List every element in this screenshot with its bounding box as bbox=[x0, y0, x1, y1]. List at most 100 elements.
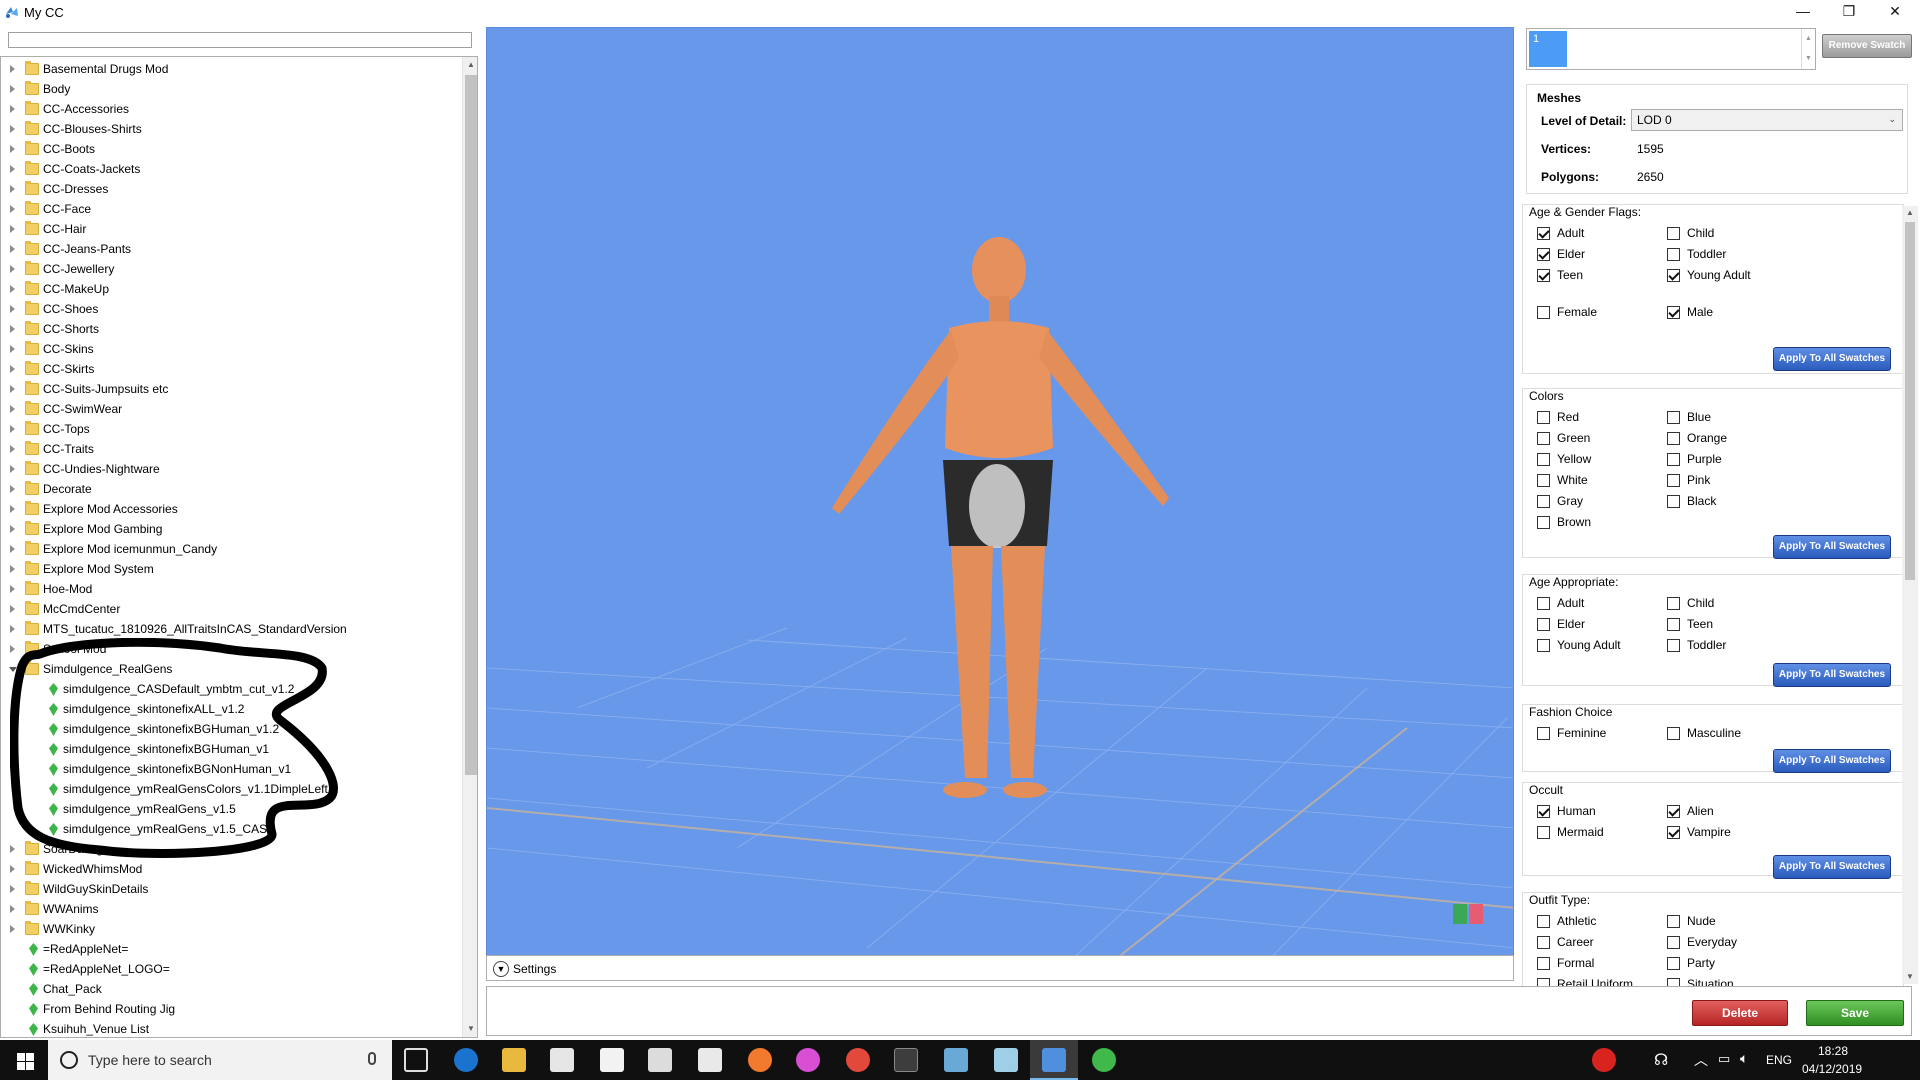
expand-arrow-icon[interactable] bbox=[10, 385, 15, 393]
calendar-icon[interactable] bbox=[698, 1048, 722, 1072]
scroll-down-icon[interactable]: ▼ bbox=[463, 1021, 477, 1037]
expand-arrow-icon[interactable] bbox=[10, 325, 15, 333]
tree-folder-item[interactable]: Explore Mod Gambing bbox=[1, 519, 461, 539]
checkbox-empty-icon[interactable] bbox=[1667, 957, 1680, 970]
checkbox-empty-icon[interactable] bbox=[1537, 915, 1550, 928]
tree-folder-item[interactable]: CC-Hair bbox=[1, 219, 461, 239]
checkbox-checked-icon[interactable] bbox=[1667, 826, 1680, 839]
checkbox-checked-icon[interactable] bbox=[1537, 227, 1550, 240]
checkbox-empty-icon[interactable] bbox=[1537, 936, 1550, 949]
checkbox-empty-icon[interactable] bbox=[1537, 957, 1550, 970]
tray-chevron-up-icon[interactable]: ︿ bbox=[1694, 1050, 1708, 1070]
checkbox-empty-icon[interactable] bbox=[1667, 474, 1680, 487]
expand-arrow-icon[interactable] bbox=[10, 285, 15, 293]
expand-arrow-icon[interactable] bbox=[10, 85, 15, 93]
checkbox-empty-icon[interactable] bbox=[1667, 453, 1680, 466]
restore-button[interactable]: ❐ bbox=[1826, 0, 1872, 24]
checkbox-empty-icon[interactable] bbox=[1667, 597, 1680, 610]
checkbox-empty-icon[interactable] bbox=[1537, 516, 1550, 529]
expand-arrow-icon[interactable] bbox=[10, 425, 15, 433]
checkbox-empty-icon[interactable] bbox=[1667, 432, 1680, 445]
tree-folder-item[interactable]: CC-Blouses-Shirts bbox=[1, 119, 461, 139]
tree-folder-item[interactable]: WildGuySkinDetails bbox=[1, 879, 461, 899]
checkbox-empty-icon[interactable] bbox=[1667, 639, 1680, 652]
store-icon[interactable] bbox=[550, 1048, 574, 1072]
microphone-icon[interactable] bbox=[368, 1052, 376, 1065]
tree-folder-item[interactable]: CC-SwimWear bbox=[1, 399, 461, 419]
mail-icon[interactable] bbox=[600, 1048, 624, 1072]
apply-to-all-swatches-button[interactable]: Apply To All Swatches bbox=[1773, 749, 1891, 773]
scene-canvas[interactable] bbox=[487, 28, 1514, 981]
expand-arrow-icon[interactable] bbox=[10, 205, 15, 213]
checkbox-empty-icon[interactable] bbox=[1667, 618, 1680, 631]
scroll-down-icon[interactable]: ▼ bbox=[1902, 970, 1918, 984]
tree-folder-item[interactable]: CC-Face bbox=[1, 199, 461, 219]
expand-arrow-icon[interactable] bbox=[10, 485, 15, 493]
tree-file-item[interactable]: Chat_Pack bbox=[1, 979, 461, 999]
tree-folder-item[interactable]: McCmdCenter bbox=[1, 599, 461, 619]
expand-arrow-icon[interactable] bbox=[10, 225, 15, 233]
scroll-up-icon[interactable]: ▲ bbox=[463, 57, 477, 73]
checkbox-empty-icon[interactable] bbox=[1667, 495, 1680, 508]
tree-file-item[interactable]: From Behind Routing Jig bbox=[1, 999, 461, 1019]
checkbox-empty-icon[interactable] bbox=[1667, 727, 1680, 740]
minimize-button[interactable]: — bbox=[1780, 0, 1826, 24]
tree-folder-item[interactable]: CC-Shorts bbox=[1, 319, 461, 339]
checkbox-empty-icon[interactable] bbox=[1537, 597, 1550, 610]
checkbox-checked-icon[interactable] bbox=[1537, 805, 1550, 818]
clock-date[interactable]: 04/12/2019 bbox=[1802, 1062, 1862, 1076]
expand-arrow-icon[interactable] bbox=[10, 305, 15, 313]
tree-file-item[interactable]: =RedAppleNet_LOGO= bbox=[1, 959, 461, 979]
checkbox-checked-icon[interactable] bbox=[1667, 269, 1680, 282]
edge-icon[interactable] bbox=[454, 1048, 478, 1072]
expand-arrow-icon[interactable] bbox=[10, 265, 15, 273]
checkbox-empty-icon[interactable] bbox=[1537, 474, 1550, 487]
chrome-icon[interactable] bbox=[846, 1048, 870, 1072]
swatch-list[interactable]: 1 ▲ ▼ bbox=[1526, 28, 1816, 70]
checkbox-checked-icon[interactable] bbox=[1537, 248, 1550, 261]
checkbox-empty-icon[interactable] bbox=[1667, 936, 1680, 949]
apply-to-all-swatches-button[interactable]: Apply To All Swatches bbox=[1773, 663, 1891, 687]
tree-folder-item[interactable]: CC-Jewellery bbox=[1, 259, 461, 279]
remove-swatch-button[interactable]: Remove Swatch bbox=[1822, 34, 1912, 58]
checkbox-empty-icon[interactable] bbox=[1667, 978, 1680, 986]
tree-folder-item[interactable]: CC-Suits-Jumpsuits etc bbox=[1, 379, 461, 399]
expand-arrow-icon[interactable] bbox=[10, 345, 15, 353]
chevron-down-icon[interactable]: ▼ bbox=[493, 961, 509, 977]
sims4-studio-icon[interactable] bbox=[1042, 1048, 1066, 1072]
tree-folder-item[interactable]: CC-Traits bbox=[1, 439, 461, 459]
delete-button[interactable]: Delete bbox=[1692, 1000, 1788, 1026]
checkbox-empty-icon[interactable] bbox=[1537, 432, 1550, 445]
checkbox-empty-icon[interactable] bbox=[1537, 411, 1550, 424]
tree-folder-item[interactable]: Explore Mod Accessories bbox=[1, 499, 461, 519]
expand-arrow-icon[interactable] bbox=[10, 365, 15, 373]
tray-app-icon[interactable] bbox=[1592, 1048, 1616, 1072]
tree-folder-item[interactable]: CC-Skirts bbox=[1, 359, 461, 379]
tree-folder-item[interactable]: CC-Coats-Jackets bbox=[1, 159, 461, 179]
apply-to-all-swatches-button[interactable]: Apply To All Swatches bbox=[1773, 347, 1891, 371]
file-explorer-icon[interactable] bbox=[502, 1048, 526, 1072]
checkbox-empty-icon[interactable] bbox=[1537, 306, 1550, 319]
tree-folder-item[interactable]: Body bbox=[1, 79, 461, 99]
expand-arrow-icon[interactable] bbox=[10, 925, 15, 933]
checkbox-empty-icon[interactable] bbox=[1537, 639, 1550, 652]
scroll-thumb[interactable] bbox=[465, 75, 477, 775]
tree-folder-item[interactable]: WWKinky bbox=[1, 919, 461, 939]
expand-arrow-icon[interactable] bbox=[10, 185, 15, 193]
apply-to-all-swatches-button[interactable]: Apply To All Swatches bbox=[1773, 855, 1891, 879]
tree-folder-item[interactable]: Hoe-Mod bbox=[1, 579, 461, 599]
expand-arrow-icon[interactable] bbox=[10, 145, 15, 153]
expand-arrow-icon[interactable] bbox=[10, 885, 15, 893]
tree-file-item[interactable]: Ksuihuh_Venue List bbox=[1, 1019, 461, 1037]
task-view-icon[interactable] bbox=[404, 1048, 428, 1072]
expand-arrow-icon[interactable] bbox=[10, 525, 15, 533]
expand-arrow-icon[interactable] bbox=[10, 125, 15, 133]
close-button[interactable]: ✕ bbox=[1872, 0, 1918, 24]
scroll-thumb[interactable] bbox=[1905, 222, 1915, 580]
expand-arrow-icon[interactable] bbox=[10, 625, 15, 633]
tree-folder-item[interactable]: CC-Accessories bbox=[1, 99, 461, 119]
language-indicator[interactable]: ENG bbox=[1766, 1053, 1792, 1067]
apply-to-all-swatches-button[interactable]: Apply To All Swatches bbox=[1773, 535, 1891, 559]
sims4-icon[interactable] bbox=[1092, 1048, 1116, 1072]
expand-arrow-icon[interactable] bbox=[10, 245, 15, 253]
